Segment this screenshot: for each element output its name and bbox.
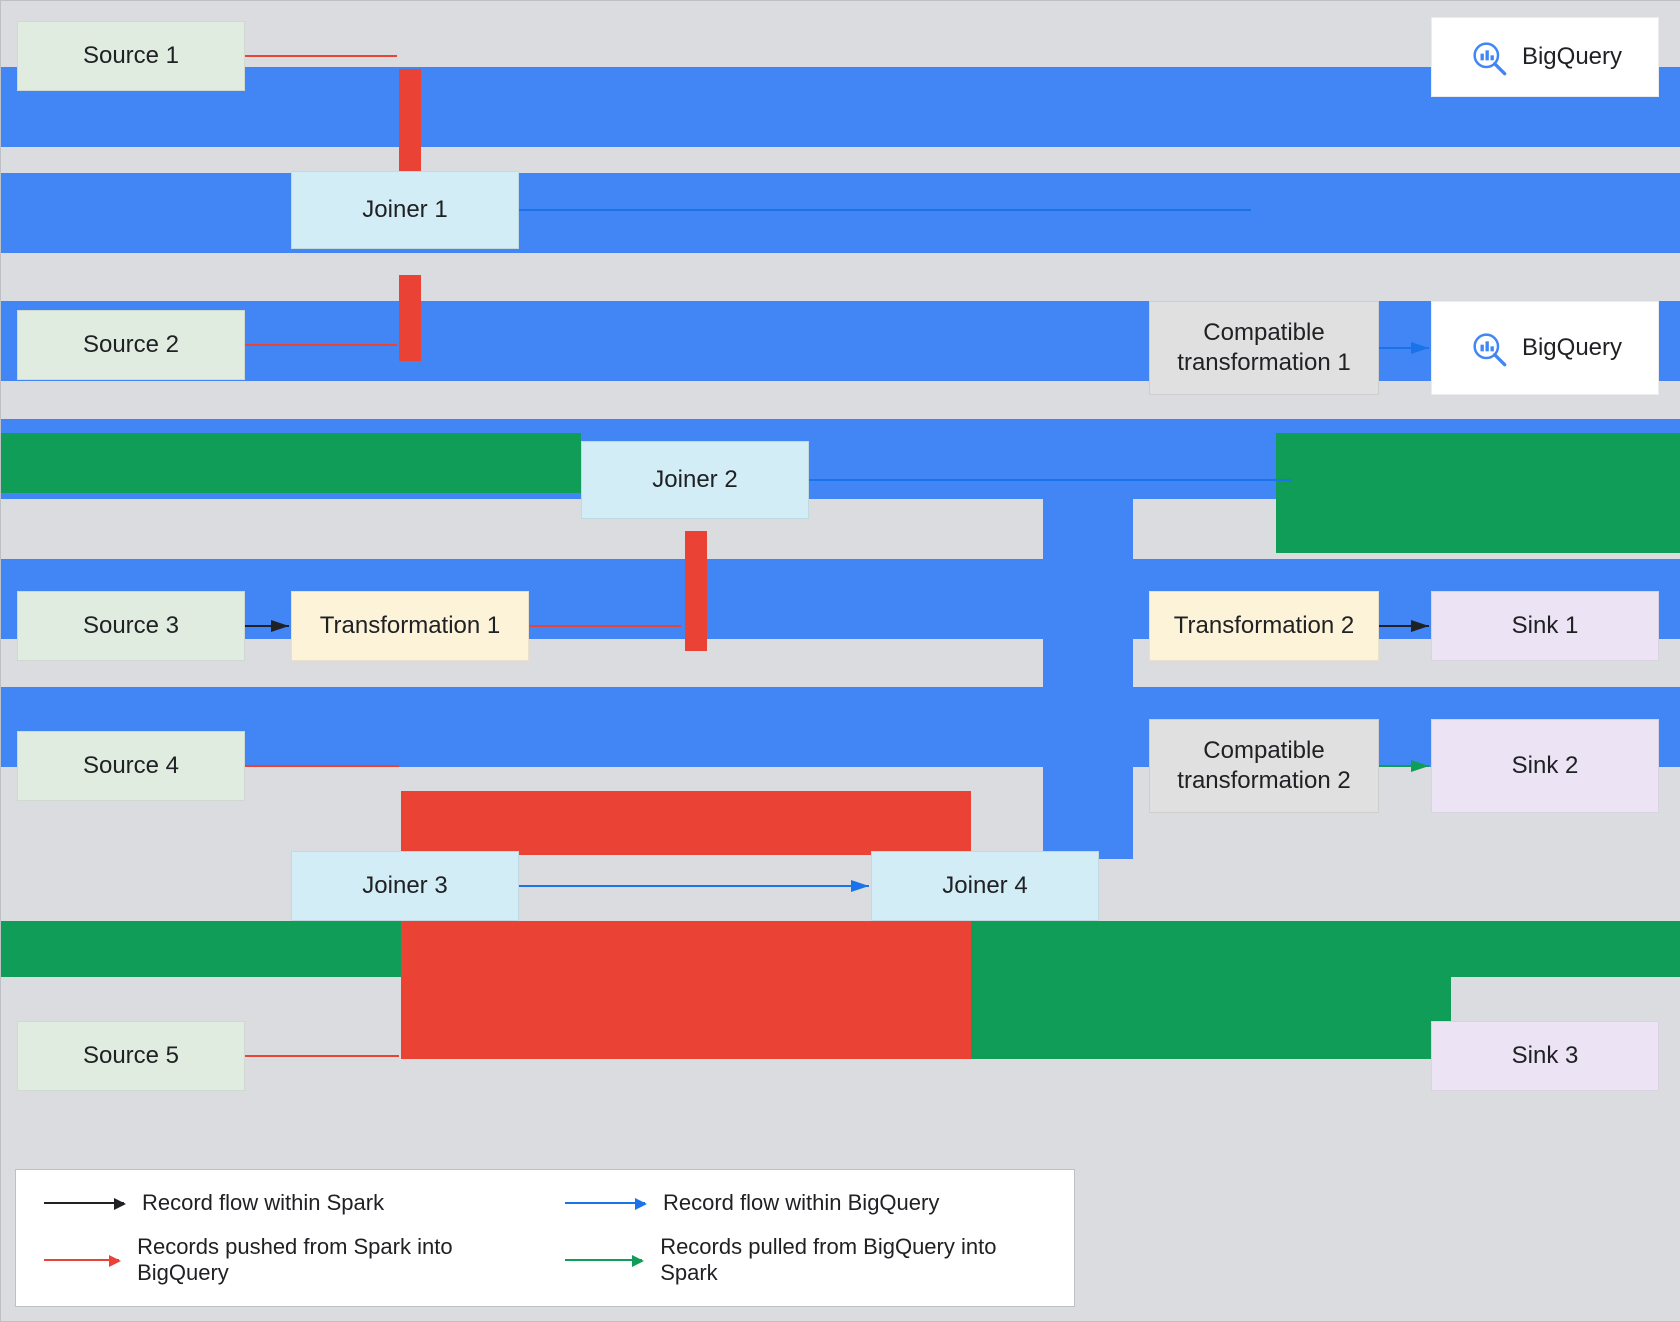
legend-arrow-red	[44, 1259, 119, 1261]
label: Compatible transformation 2	[1160, 736, 1368, 796]
label: Compatible transformation 1	[1160, 318, 1368, 378]
label: Sink 1	[1512, 611, 1579, 641]
node-joiner-2: Joiner 2	[581, 441, 809, 519]
bigquery-icon	[1468, 37, 1508, 77]
red-strip-b	[399, 275, 421, 361]
label: Joiner 3	[362, 871, 447, 901]
legend-label: Records pushed from Spark into BigQuery	[137, 1234, 525, 1286]
legend-push: Records pushed from Spark into BigQuery	[44, 1234, 525, 1286]
green-strip-low	[971, 977, 1451, 1059]
legend-label: Records pulled from BigQuery into Spark	[660, 1234, 1046, 1286]
label: Joiner 2	[652, 465, 737, 495]
label: BigQuery	[1522, 333, 1622, 363]
node-bigquery-1: BigQuery	[1431, 17, 1659, 97]
node-joiner-3: Joiner 3	[291, 851, 519, 921]
node-transformation-1: Transformation 1	[291, 591, 529, 661]
label: Source 3	[83, 611, 179, 641]
node-sink-1: Sink 1	[1431, 591, 1659, 661]
node-source-5: Source 5	[17, 1021, 245, 1091]
legend: Record flow within Spark Record flow wit…	[15, 1169, 1075, 1307]
legend-spark: Record flow within Spark	[44, 1190, 525, 1216]
node-bigquery-2: BigQuery	[1431, 301, 1659, 395]
diagram-canvas: Source 1 BigQuery Joiner 1 Source 2 Comp…	[0, 0, 1680, 1322]
node-sink-2: Sink 2	[1431, 719, 1659, 813]
red-strip-e	[401, 921, 971, 1059]
node-transformation-2: Transformation 2	[1149, 591, 1379, 661]
node-joiner-4: Joiner 4	[871, 851, 1099, 921]
label: Sink 3	[1512, 1041, 1579, 1071]
bq-band-3	[1, 301, 1680, 381]
green-strip-right	[1276, 433, 1680, 553]
label: Source 2	[83, 330, 179, 360]
label: BigQuery	[1522, 42, 1622, 72]
label: Joiner 4	[942, 871, 1027, 901]
bq-band-6	[1, 687, 1680, 767]
node-source-3: Source 3	[17, 591, 245, 661]
blue-connector-right	[1043, 499, 1133, 859]
legend-arrow-black	[44, 1202, 124, 1204]
legend-bigquery: Record flow within BigQuery	[565, 1190, 1046, 1216]
legend-label: Record flow within BigQuery	[663, 1190, 939, 1216]
green-strip-top	[1, 433, 581, 493]
bq-band-1	[1, 67, 1680, 147]
label: Transformation 1	[320, 611, 501, 641]
bq-band-5	[1, 559, 1680, 639]
label: Source 1	[83, 41, 179, 71]
red-strip-d	[401, 791, 971, 855]
bq-band-2	[1, 173, 1680, 253]
legend-pull: Records pulled from BigQuery into Spark	[565, 1234, 1046, 1286]
red-strip-c	[685, 531, 707, 651]
bigquery-icon	[1468, 328, 1508, 368]
label: Sink 2	[1512, 751, 1579, 781]
legend-arrow-blue	[565, 1202, 645, 1204]
legend-arrow-green	[565, 1259, 642, 1261]
node-sink-3: Sink 3	[1431, 1021, 1659, 1091]
label: Joiner 1	[362, 195, 447, 225]
label: Source 4	[83, 751, 179, 781]
node-source-4: Source 4	[17, 731, 245, 801]
node-comp-trans-1: Compatible transformation 1	[1149, 301, 1379, 395]
node-source-1: Source 1	[17, 21, 245, 91]
label: Transformation 2	[1174, 611, 1355, 641]
node-source-2: Source 2	[17, 310, 245, 380]
node-comp-trans-2: Compatible transformation 2	[1149, 719, 1379, 813]
node-joiner-1: Joiner 1	[291, 171, 519, 249]
label: Source 5	[83, 1041, 179, 1071]
legend-label: Record flow within Spark	[142, 1190, 384, 1216]
